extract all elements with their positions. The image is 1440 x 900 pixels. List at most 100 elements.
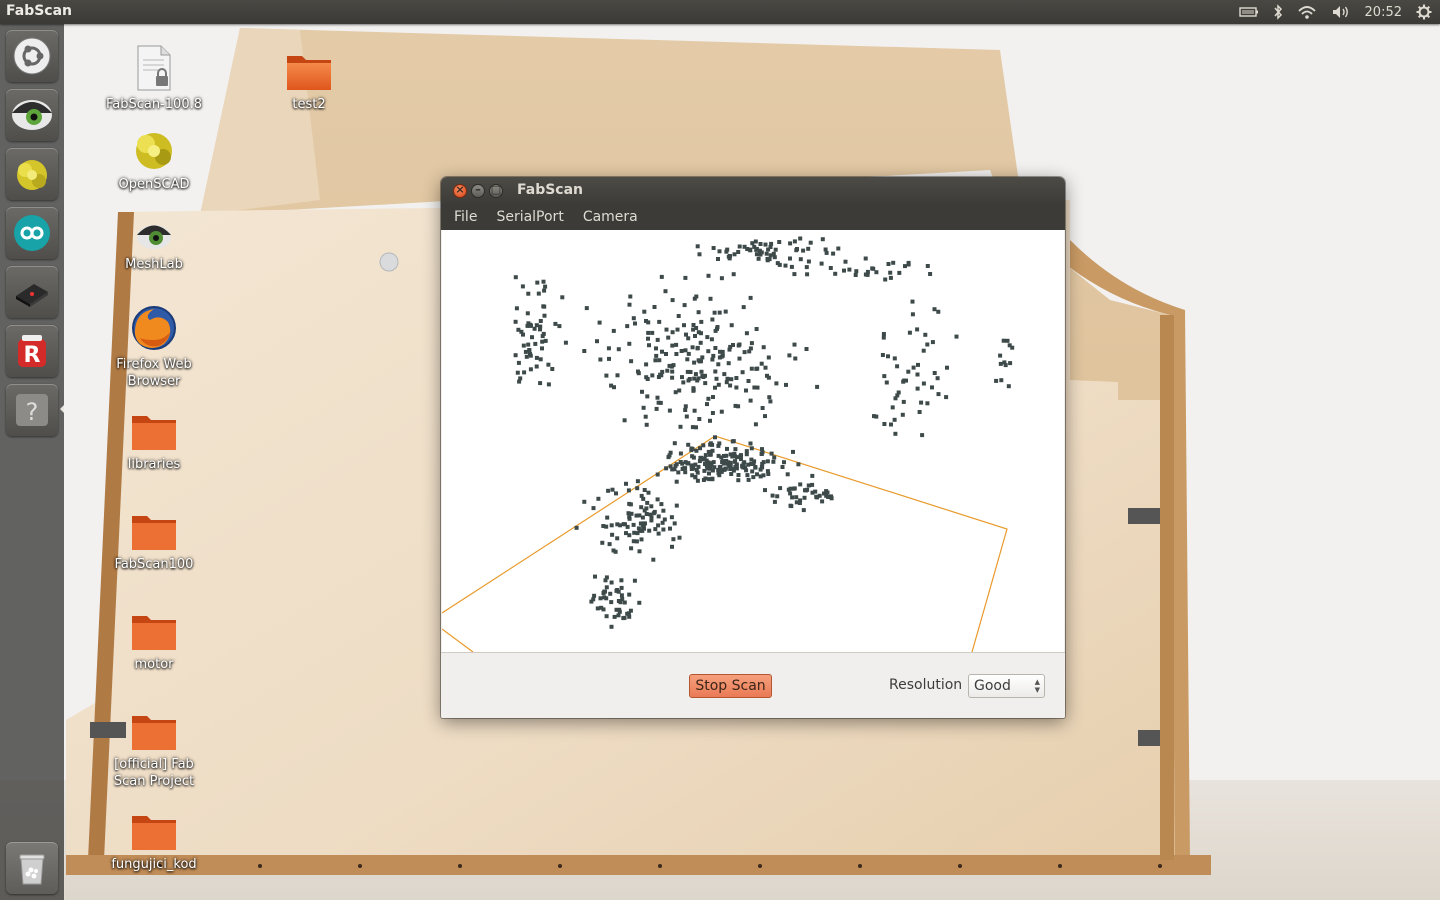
point-cloud-point: [737, 356, 742, 361]
point-cloud-point: [606, 346, 611, 351]
point-cloud-point: [741, 305, 746, 310]
point-cloud-point: [674, 342, 679, 347]
menu-camera[interactable]: Camera: [574, 205, 648, 230]
launcher-app-r[interactable]: R: [6, 325, 58, 377]
point-cloud-point: [690, 447, 695, 451]
point-cloud-point: [635, 486, 640, 491]
point-cloud-point: [619, 585, 624, 590]
clock[interactable]: 20:52: [1365, 5, 1402, 20]
point-cloud-point: [716, 471, 721, 476]
point-cloud-point: [650, 373, 655, 378]
launcher-fabscan[interactable]: [6, 266, 58, 318]
desktop-icon-libraries[interactable]: libraries: [99, 404, 209, 473]
close-button[interactable]: ×: [453, 183, 467, 198]
point-cloud-point: [765, 469, 770, 474]
point-cloud-point: [697, 417, 702, 421]
point-cloud-point: [637, 513, 642, 518]
point-cloud-point: [737, 342, 742, 347]
point-cloud-point: [693, 334, 697, 338]
point-cloud-point: [783, 263, 788, 268]
desktop-icon-official-fab-scan-project[interactable]: [official] Fab Scan Project: [99, 704, 209, 790]
point-cloud-point: [634, 539, 639, 544]
point-cloud-point: [891, 260, 896, 265]
menu-serialport[interactable]: SerialPort: [487, 205, 573, 230]
desktop-icon-test2[interactable]: test2: [254, 44, 364, 113]
point-cloud-point: [1001, 338, 1006, 343]
point-cloud-point: [691, 387, 696, 392]
desktop-icon-meshlab[interactable]: MeshLab: [99, 204, 209, 273]
desktop-icon-firefox[interactable]: Firefox Web Browser: [99, 304, 209, 390]
point-cloud-point: [719, 409, 724, 414]
laser-scanner-icon: [12, 272, 52, 312]
desktop-icon-motor[interactable]: motor: [99, 604, 209, 673]
volume-icon[interactable]: [1331, 4, 1351, 20]
point-cloud-point: [921, 348, 926, 353]
point-cloud-point: [772, 499, 777, 504]
point-cloud-point: [684, 332, 688, 337]
wifi-icon[interactable]: [1297, 4, 1317, 20]
point-cloud-point: [842, 268, 846, 273]
point-cloud-point: [693, 372, 698, 377]
point-cloud-point: [758, 252, 763, 257]
power-gear-icon[interactable]: [1416, 4, 1432, 20]
point-cloud-point: [659, 274, 664, 279]
point-cloud-point: [644, 362, 649, 367]
desktop-icon-fabscan-100-8[interactable]: FabScan-100.8: [99, 44, 209, 113]
point-cloud-point: [703, 381, 708, 386]
desktop-icon-fabscan100[interactable]: FabScan100: [99, 504, 209, 573]
point-cloud-point: [919, 400, 924, 405]
point-cloud-point: [704, 463, 709, 468]
point-cloud-point: [654, 353, 659, 358]
point-cloud-point: [798, 482, 803, 487]
launcher-unknown-app[interactable]: ?: [6, 384, 58, 436]
point-cloud-point: [692, 360, 697, 365]
point-cloud-point: [696, 310, 701, 315]
point-cloud-point: [633, 321, 637, 326]
maximize-button[interactable]: □: [489, 183, 503, 198]
point-cloud-point: [763, 414, 767, 419]
point-cloud-point: [595, 339, 599, 344]
launcher-meshlab[interactable]: [6, 89, 58, 141]
folder-icon: [130, 404, 178, 452]
point-cloud-point: [706, 273, 711, 278]
point-cloud-point: [608, 591, 613, 596]
point-cloud-point: [794, 500, 799, 505]
point-cloud-point: [741, 465, 746, 470]
point-cloud-point: [706, 396, 711, 401]
active-app-title: FabScan: [6, 3, 73, 19]
point-cloud-point: [711, 353, 716, 358]
bluetooth-icon[interactable]: [1273, 4, 1283, 20]
point-cloud-point: [749, 446, 754, 451]
point-cloud-point: [874, 270, 879, 275]
point-cloud-point: [674, 503, 679, 508]
folder-icon: [285, 44, 333, 92]
launcher-arduino[interactable]: [6, 207, 58, 259]
battery-icon[interactable]: [1238, 6, 1259, 18]
point-cloud-point: [863, 272, 868, 277]
resolution-select[interactable]: Good ▲ ▼: [968, 674, 1045, 698]
point-cloud-point: [652, 509, 657, 514]
desktop-icon-openscad[interactable]: OpenSCAD: [99, 124, 209, 193]
folder-icon: [130, 504, 178, 552]
point-cloud-point: [694, 326, 699, 330]
point-cloud-point: [646, 490, 651, 495]
point-cloud-viewport[interactable]: [442, 230, 1064, 652]
point-cloud-point: [629, 359, 634, 364]
top-panel: FabScan 20:52: [0, 0, 1440, 24]
launcher-trash[interactable]: [6, 842, 58, 894]
point-cloud-point: [698, 340, 703, 345]
question-icon: ?: [12, 390, 52, 430]
menu-file[interactable]: File: [441, 205, 487, 230]
stop-scan-button[interactable]: Stop Scan: [689, 674, 772, 698]
window-titlebar[interactable]: × – □ FabScan: [441, 177, 1065, 205]
minimize-button[interactable]: –: [471, 183, 485, 198]
point-cloud-point: [754, 252, 759, 257]
point-cloud-point: [764, 251, 769, 256]
point-cloud-point: [546, 382, 551, 387]
point-cloud-point: [615, 373, 620, 378]
launcher-dash-home[interactable]: [6, 30, 58, 82]
point-cloud-point: [646, 320, 651, 325]
desktop-icon-label: MeshLab: [125, 257, 183, 272]
desktop-icon-fungujici-kod[interactable]: fungujici_kod: [99, 804, 209, 873]
launcher-openscad[interactable]: [6, 148, 58, 200]
